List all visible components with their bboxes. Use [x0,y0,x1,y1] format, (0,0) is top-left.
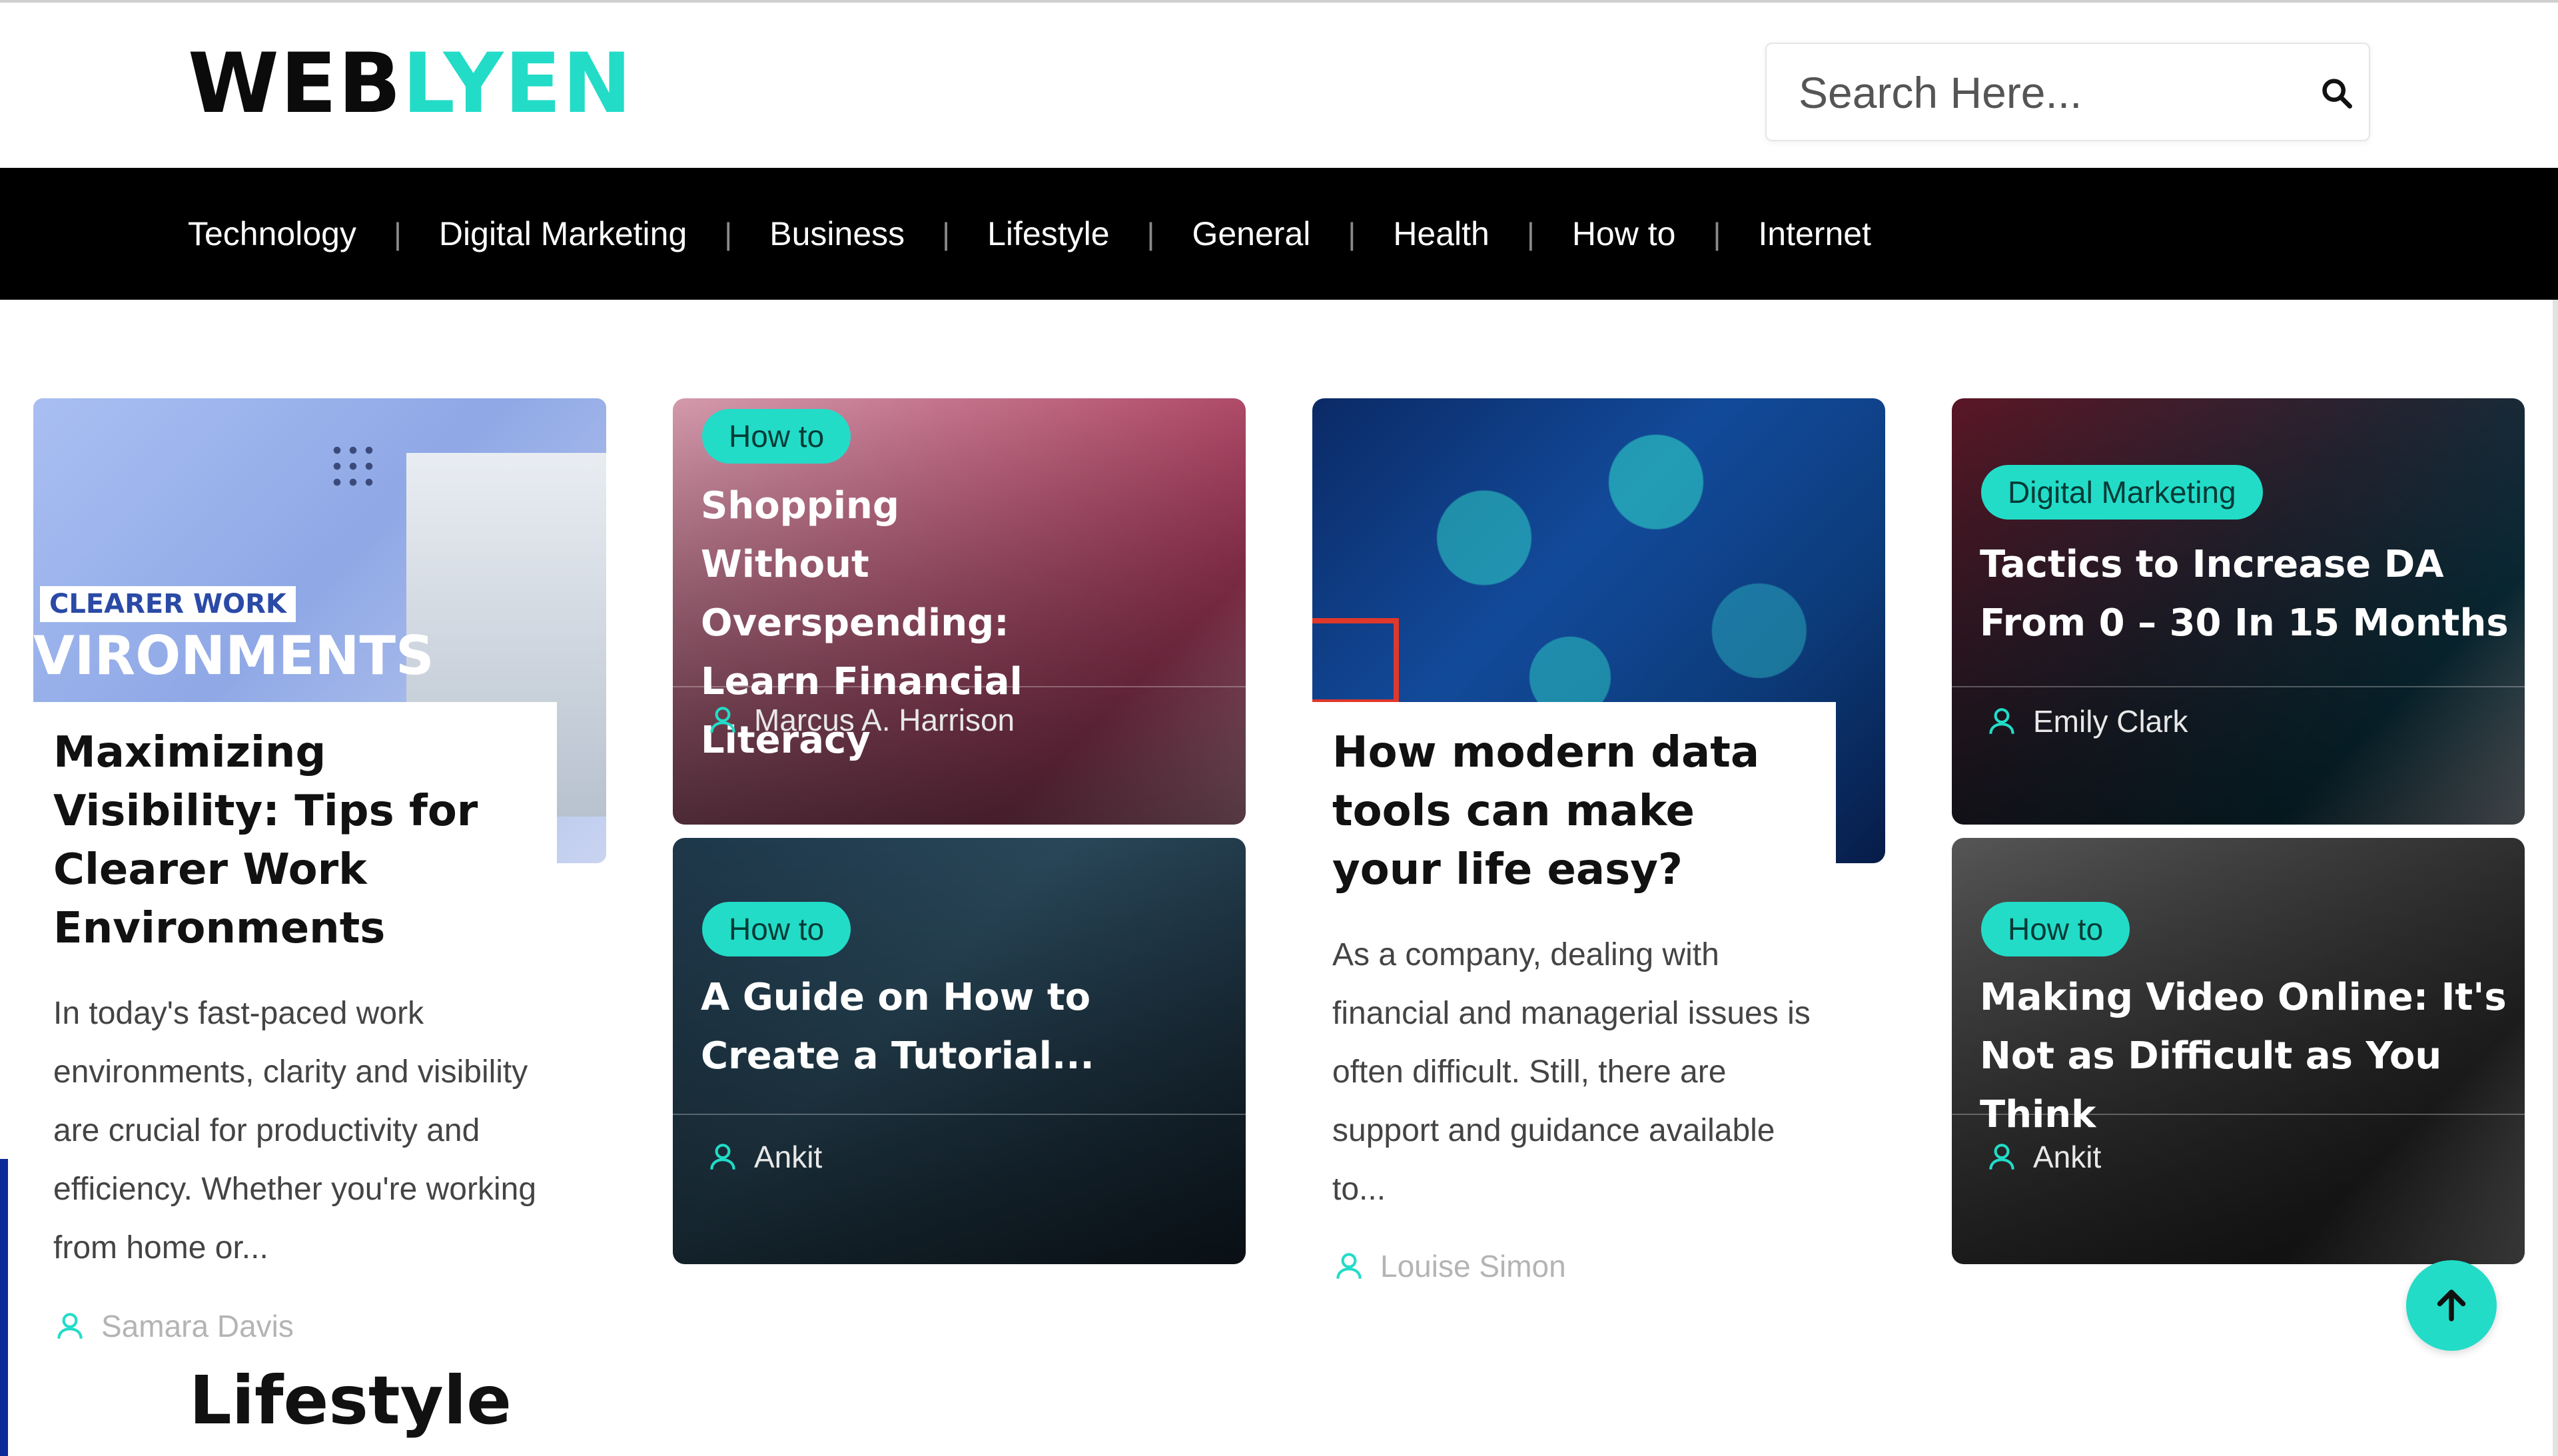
post-author[interactable]: Marcus A. Harrison [706,702,1015,738]
user-icon [1989,708,2014,734]
post-card[interactable]: How to Shopping Without Overspending: Le… [673,398,1246,825]
nav-item-lifestyle[interactable]: Lifestyle | [987,214,1192,253]
post-image-grid-icon [329,442,377,490]
user-icon [710,707,735,733]
user-icon [1336,1253,1362,1279]
scroll-top-button[interactable] [2406,1260,2497,1351]
site-header: WEBLYEN [0,0,2558,168]
search-input[interactable] [1799,64,2292,121]
post-author[interactable]: Samara Davis [53,1308,294,1344]
post-author[interactable]: Emily Clark [1985,703,2188,739]
nav-item-health[interactable]: Health | [1393,214,1571,253]
post-card[interactable]: How to Making Video Online: It's Not as … [1952,838,2525,1264]
post-card[interactable]: Digital Marketing Tactics to Increase DA… [1952,398,2525,825]
search-icon[interactable] [2320,76,2354,111]
category-badge[interactable]: How to [1981,902,2130,956]
page-edge [0,1159,8,1456]
post-card[interactable]: How to A Guide on How to Create a Tutori… [673,838,1246,1264]
post-card-content: Maximizing Visibility: Tips for Clearer … [33,702,557,1376]
nav-item-how-to[interactable]: How to | [1572,214,1759,253]
user-icon [1989,1144,2014,1170]
search-box [1765,43,2370,141]
post-image-label: CLEARER WORK [40,586,296,622]
post-title[interactable]: A Guide on How to Create a Tutorial... [701,968,1234,1086]
post-title[interactable]: Maximizing Visibility: Tips for Clearer … [53,723,537,958]
post-author[interactable]: Ankit [1985,1139,2101,1175]
user-icon [57,1313,83,1339]
main-nav: Technology | Digital Marketing | Business |… [0,168,2558,300]
category-badge[interactable]: How to [702,902,851,956]
nav-item-internet[interactable]: Internet [1758,214,1871,253]
nav-item-general[interactable]: General | [1192,214,1393,253]
post-title[interactable]: Tactics to Increase DA From 0 – 30 In 15… [1980,536,2513,653]
category-badge[interactable]: Digital Marketing [1981,465,2263,520]
section-title: Lifestyle [189,1361,512,1439]
user-icon [710,1144,735,1170]
post-excerpt: In today's fast-paced work environments,… [53,996,537,1266]
post-author[interactable]: Ankit [706,1139,822,1175]
wrench-icon [1312,618,1399,705]
post-author[interactable]: Louise Simon [1332,1248,1566,1284]
category-badge[interactable]: How to [702,409,851,464]
post-title[interactable]: How modern data tools can make your life… [1332,723,1816,899]
post-card-content: How modern data tools can make your life… [1312,702,1836,1321]
nav-item-digital-marketing[interactable]: Digital Marketing | [439,214,769,253]
post-image-heading: VIRONMENTS [33,625,434,687]
nav-item-business[interactable]: Business | [769,214,987,253]
arrow-up-icon [2437,1289,2466,1321]
nav-item-technology[interactable]: Technology | [188,214,439,253]
post-title[interactable]: Making Video Online: It's Not as Difficu… [1980,968,2513,1144]
post-excerpt: As a company, dealing with financial and… [1332,937,1811,1207]
site-logo[interactable]: WEBLYEN [188,37,633,131]
